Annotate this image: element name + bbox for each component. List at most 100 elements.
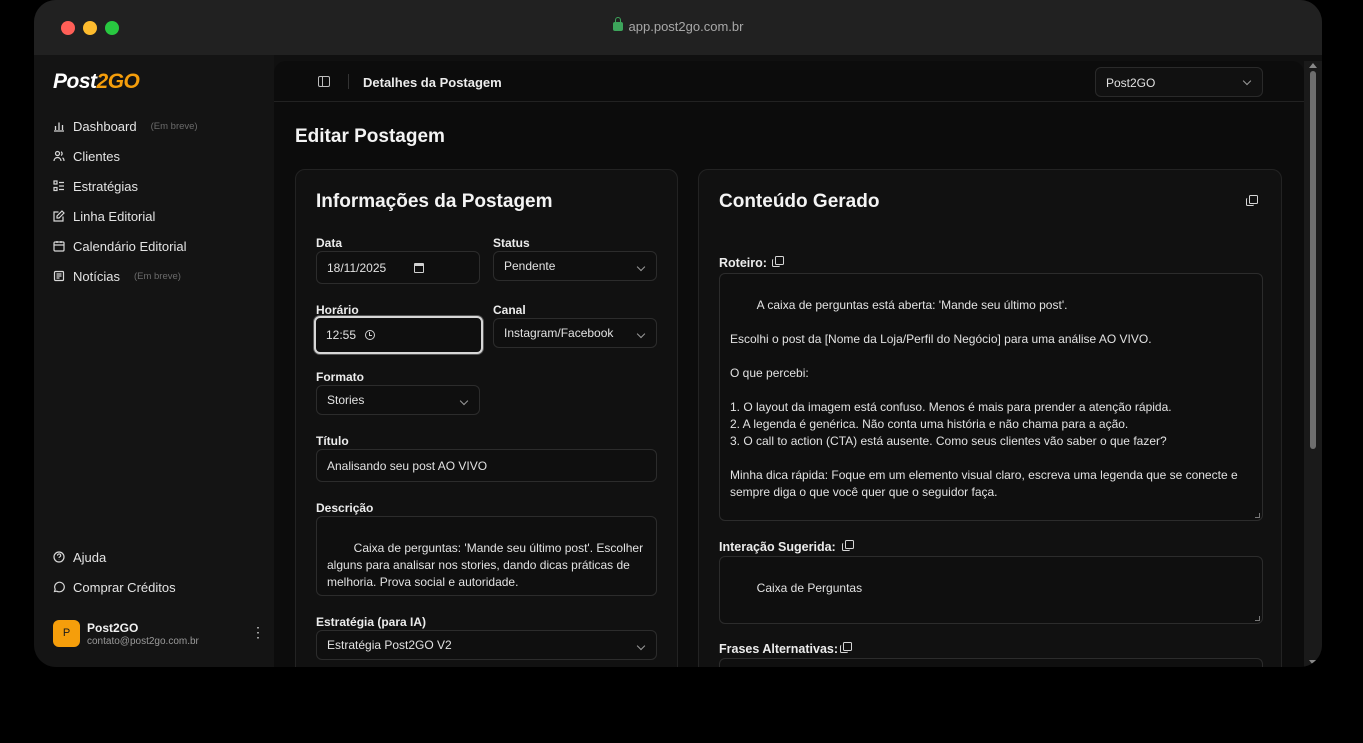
breadcrumb: Detalhes da Postagem (363, 75, 502, 90)
copy-icon[interactable] (772, 256, 784, 267)
description-label: Descrição (316, 501, 374, 515)
strategy-value: Estratégia Post2GO V2 (327, 638, 452, 652)
sidebar-item-dashboard[interactable]: Dashboard (Em breve) (53, 111, 198, 141)
sidebar-item-linha-editorial[interactable]: Linha Editorial (53, 201, 198, 231)
alt-phrases-label: Frases Alternativas: (719, 642, 839, 656)
resize-handle[interactable] (1255, 616, 1260, 621)
description-value: Caixa de perguntas: 'Mande seu último po… (327, 541, 647, 589)
sidebar-nav: Dashboard (Em breve) Clientes Estratégia… (53, 111, 198, 291)
more-vertical-icon[interactable]: ⋮ (251, 625, 265, 641)
alt-phrases-textarea[interactable] (719, 658, 1263, 667)
interaction-value: Caixa de Perguntas (756, 581, 863, 595)
format-label: Formato (316, 370, 364, 384)
generated-content-title: Conteúdo Gerado (719, 191, 880, 212)
time-value: 12:55 (326, 328, 357, 342)
interaction-label: Interação Sugerida: (719, 540, 836, 554)
workspace-select-value: Post2GO (1106, 76, 1156, 90)
user-menu[interactable]: P Post2GO contato@post2go.com.br ⋮ (53, 620, 265, 650)
generated-content-card: Conteúdo Gerado Roteiro: A caixa de perg… (698, 169, 1282, 667)
copy-icon[interactable] (842, 540, 854, 551)
sidebar-item-label: Ajuda (73, 549, 107, 565)
workspace-select[interactable]: Post2GO (1095, 67, 1263, 97)
interaction-textarea[interactable]: Caixa de Perguntas (719, 556, 1263, 624)
sidebar-item-comprar-creditos[interactable]: Comprar Créditos (53, 572, 176, 602)
bar-chart-icon (53, 120, 65, 132)
help-circle-icon (53, 551, 65, 563)
sidebar: Post2GO Dashboard (Em breve) Clientes Es… (34, 55, 274, 667)
browser-window: app.post2go.com.br Post2GO Dashboard (Em… (34, 0, 1322, 667)
pencil-square-icon (53, 210, 65, 222)
page-title: Editar Postagem (295, 126, 445, 147)
sidebar-item-calendario-editorial[interactable]: Calendário Editorial (53, 231, 198, 261)
title-label: Título (316, 434, 349, 448)
chevron-down-icon (636, 329, 646, 339)
sidebar-item-label: Comprar Créditos (73, 579, 176, 595)
main-content: Detalhes da Postagem Post2GO Editar Post… (274, 61, 1304, 667)
copy-icon[interactable] (1246, 195, 1258, 206)
format-value: Stories (327, 393, 365, 407)
scroll-up-arrow[interactable] (1309, 63, 1317, 68)
logo[interactable]: Post2GO (53, 70, 140, 94)
status-label: Status (493, 236, 530, 250)
script-value: A caixa de perguntas está aberta: 'Mande… (730, 298, 1238, 520)
format-select[interactable]: Stories (316, 385, 480, 415)
channel-label: Canal (493, 303, 526, 317)
page-scrollbar[interactable] (1304, 61, 1322, 667)
lock-icon (612, 17, 623, 31)
sidebar-item-label: Clientes (73, 148, 120, 164)
status-value: Pendente (504, 259, 556, 273)
description-textarea[interactable]: Caixa de perguntas: 'Mande seu último po… (316, 516, 657, 596)
status-select[interactable]: Pendente (493, 251, 657, 281)
script-textarea[interactable]: A caixa de perguntas está aberta: 'Mande… (719, 273, 1263, 521)
sidebar-item-estrategias[interactable]: Estratégias (53, 171, 198, 201)
clock-icon[interactable] (365, 330, 376, 340)
list-checks-icon (53, 180, 65, 192)
chevron-down-icon (459, 396, 469, 406)
sidebar-toggle-icon[interactable] (318, 76, 330, 87)
sidebar-item-clientes[interactable]: Clientes (53, 141, 198, 171)
script-label: Roteiro: (719, 256, 767, 270)
calendar-icon (53, 240, 65, 252)
copy-icon[interactable] (840, 642, 852, 653)
logo-text-post: Post (53, 70, 97, 93)
top-bar: Detalhes da Postagem Post2GO (274, 61, 1304, 102)
sidebar-item-ajuda[interactable]: Ajuda (53, 542, 176, 572)
coming-soon-badge: (Em breve) (150, 120, 198, 132)
post-info-title: Informações da Postagem (316, 191, 553, 212)
date-value: 18/11/2025 (327, 260, 387, 275)
strategy-label: Estratégia (para IA) (316, 615, 427, 629)
time-field[interactable]: 12:55 (314, 316, 483, 354)
logo-text-go: 2GO (96, 70, 140, 93)
title-value: Analisando seu post AO VIVO (327, 458, 488, 473)
address-bar[interactable]: app.post2go.com.br (34, 17, 1322, 34)
date-label: Data (316, 236, 343, 250)
chevron-down-icon (1242, 76, 1252, 86)
sidebar-bottom-nav: Ajuda Comprar Créditos (53, 542, 176, 602)
scrollbar-thumb[interactable] (1310, 71, 1316, 449)
url-text: app.post2go.com.br (628, 19, 744, 34)
chevron-down-icon (636, 262, 646, 272)
user-name: Post2GO (87, 621, 139, 635)
post-info-card: Informações da Postagem Data 18/11/2025 … (295, 169, 678, 667)
newspaper-icon (53, 270, 65, 282)
strategy-select[interactable]: Estratégia Post2GO V2 (316, 630, 657, 660)
sidebar-item-noticias[interactable]: Notícias (Em breve) (53, 261, 198, 291)
channel-select[interactable]: Instagram/Facebook (493, 318, 657, 348)
scroll-down-arrow[interactable] (1309, 660, 1317, 665)
sidebar-item-label: Calendário Editorial (73, 238, 187, 254)
coming-soon-badge: (Em breve) (133, 270, 181, 282)
chevron-down-icon (636, 641, 646, 651)
avatar: P (53, 620, 80, 647)
sidebar-item-label: Linha Editorial (73, 208, 156, 224)
time-label: Horário (316, 303, 359, 317)
divider (348, 74, 349, 89)
resize-handle[interactable] (1255, 513, 1260, 518)
whatsapp-icon (53, 581, 65, 593)
date-field[interactable]: 18/11/2025 (316, 251, 480, 284)
calendar-icon[interactable] (414, 262, 425, 273)
channel-value: Instagram/Facebook (504, 326, 614, 340)
sidebar-item-label: Dashboard (73, 118, 137, 134)
sidebar-item-label: Notícias (73, 268, 120, 284)
user-email: contato@post2go.com.br (87, 636, 199, 647)
title-input[interactable]: Analisando seu post AO VIVO (316, 449, 657, 482)
